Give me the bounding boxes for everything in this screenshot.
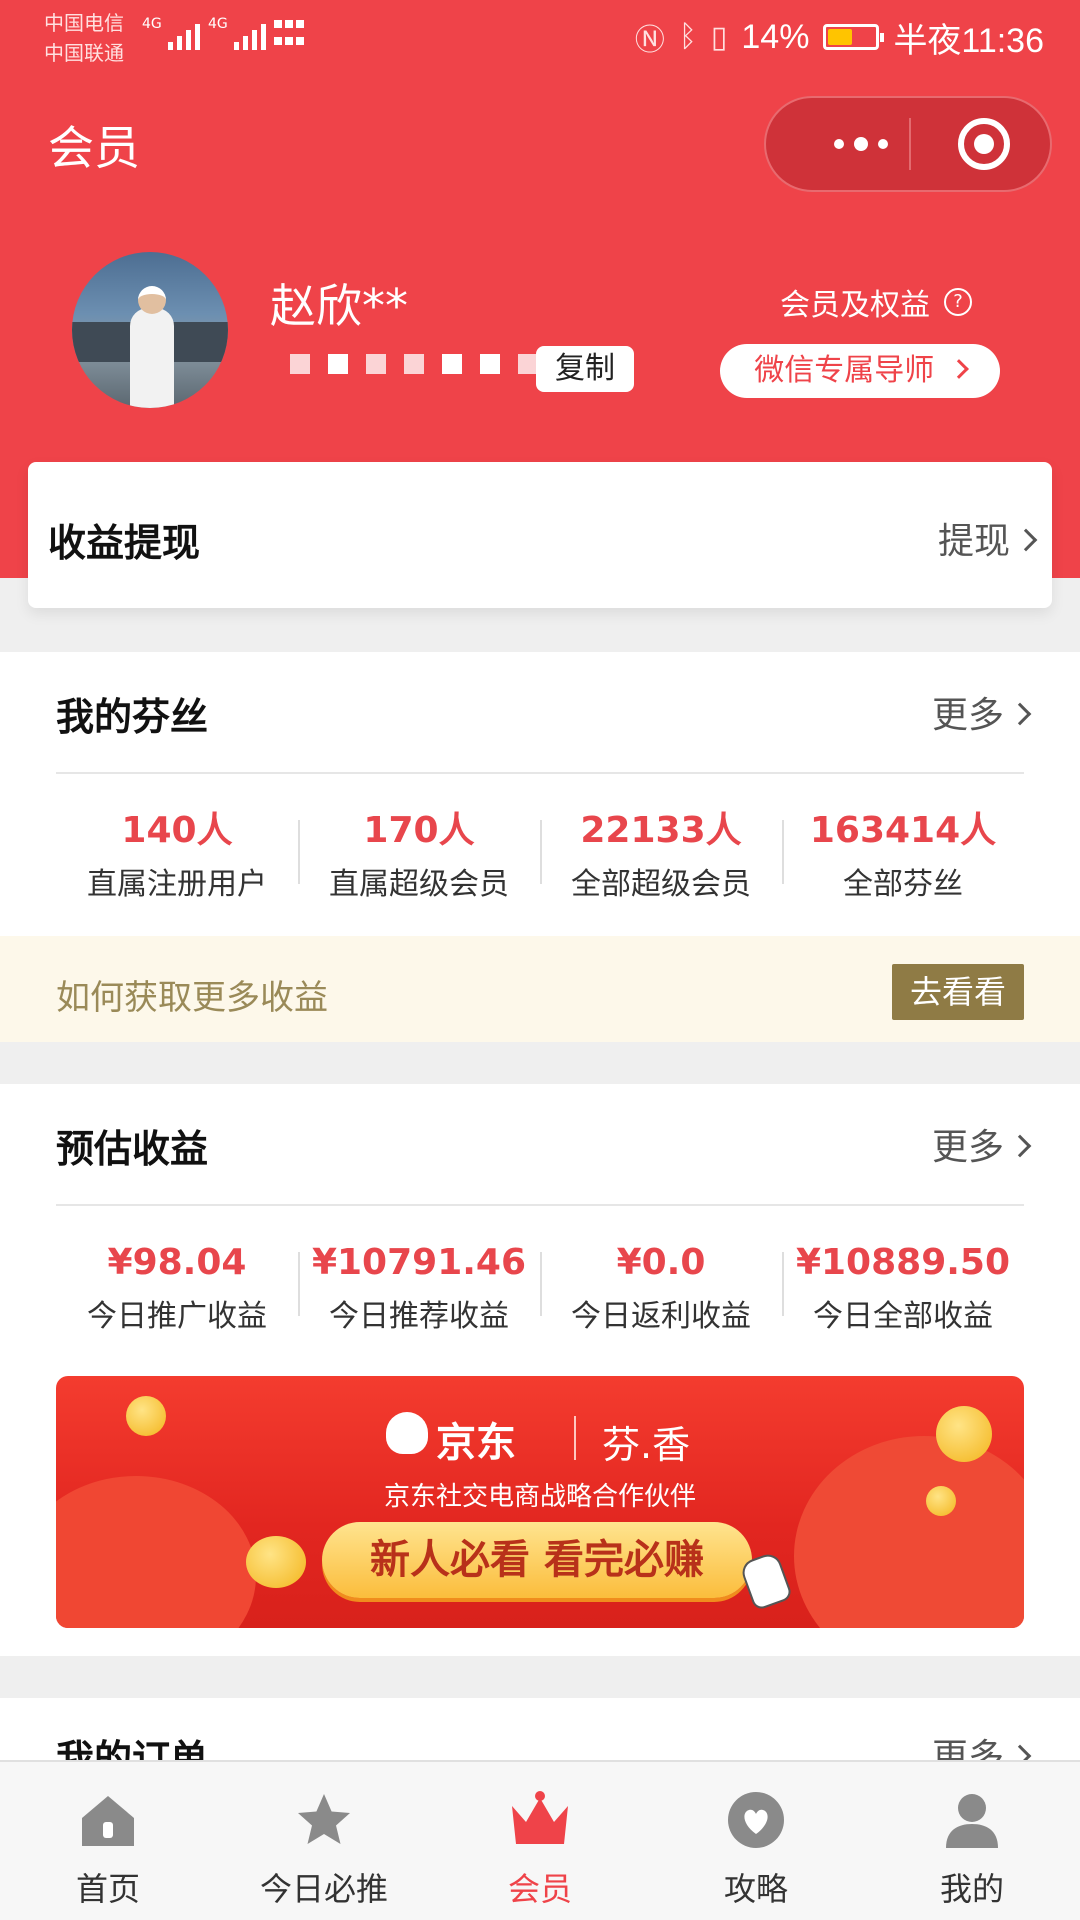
- jd-promo-banner[interactable]: 京东 芬.香 京东社交电商战略合作伙伴 新人必看 看完必赚: [56, 1376, 1024, 1628]
- wechat-mentor-button[interactable]: 微信专属导师: [720, 344, 1000, 398]
- chevron-right-icon: [1008, 1134, 1032, 1158]
- heart-icon: [728, 1792, 784, 1848]
- nfc-icon: Ⓝ: [634, 24, 665, 57]
- divider: [56, 1204, 1024, 1206]
- fans-stat[interactable]: 22133人 全部超级会员: [540, 806, 782, 910]
- go-see-button[interactable]: 去看看: [892, 964, 1024, 1020]
- battery-icon: [823, 24, 885, 50]
- earnings-stat[interactable]: ¥10889.50 今日全部收益: [782, 1238, 1024, 1342]
- member-rights-link[interactable]: 会员及权益 ?: [780, 280, 972, 324]
- battery-percent: 14%: [741, 17, 810, 56]
- clock: 半夜11:36: [893, 21, 1044, 60]
- carrier-1: 中国电信: [44, 11, 124, 35]
- app-grid-icon: [274, 20, 306, 50]
- withdraw-title: 收益提现: [48, 521, 201, 565]
- coin-icon: [126, 1396, 166, 1436]
- orders-title: 我的订单: [56, 1737, 209, 1760]
- orders-more-link[interactable]: 更多: [932, 1728, 1032, 1760]
- help-icon: ?: [944, 288, 972, 316]
- miniprogram-capsule: [764, 96, 1052, 192]
- jd-logo-icon: [386, 1412, 428, 1454]
- carrier-2: 中国联通: [44, 41, 124, 65]
- carrier-info: 中国电信 中国联通: [44, 8, 124, 68]
- user-id-masked: [290, 354, 538, 374]
- more-options-icon[interactable]: [806, 98, 916, 190]
- chevron-right-icon: [1014, 528, 1038, 552]
- chevron-right-icon: [948, 358, 969, 379]
- signal-1-icon: 4G: [142, 16, 200, 50]
- fans-stat[interactable]: 163414人 全部芬丝: [782, 806, 1024, 910]
- banner-brand: 京东: [436, 1420, 516, 1466]
- status-bar: 中国电信 中国联通 4G 4G Ⓝ ᛒ ▯ 14% 半夜11:36: [0, 0, 1080, 76]
- banner-cta: 新人必看 看完必赚: [322, 1522, 752, 1598]
- fans-more-link[interactable]: 更多: [932, 686, 1032, 738]
- coin-icon: [936, 1406, 992, 1462]
- member-rights-label: 会员及权益: [780, 288, 930, 323]
- bluetooth-icon: ᛒ: [678, 20, 697, 53]
- vibrate-icon: ▯: [710, 20, 728, 54]
- coin-icon: [246, 1536, 306, 1588]
- star-icon: [298, 1794, 350, 1844]
- earnings-stats: ¥98.04 今日推广收益 ¥10791.46 今日推荐收益 ¥0.0 今日返利…: [56, 1238, 1024, 1342]
- divider: [56, 772, 1024, 774]
- earnings-tip-bar: 如何获取更多收益 去看看: [0, 936, 1080, 1042]
- earnings-more-link[interactable]: 更多: [932, 1118, 1032, 1170]
- tab-member[interactable]: 会员: [432, 1762, 648, 1920]
- earnings-stat[interactable]: ¥0.0 今日返利收益: [540, 1238, 782, 1342]
- close-miniprogram-icon[interactable]: [958, 118, 1010, 170]
- mentor-label: 微信专属导师: [754, 353, 935, 388]
- chevron-right-icon: [1008, 1744, 1032, 1760]
- crown-icon: [512, 1791, 568, 1844]
- earnings-stat[interactable]: ¥98.04 今日推广收益: [56, 1238, 298, 1342]
- tip-text: 如何获取更多收益: [56, 978, 328, 1018]
- avatar[interactable]: [72, 252, 228, 408]
- banner-subtitle: 京东社交电商战略合作伙伴: [383, 1482, 696, 1512]
- fans-stats: 140人 直属注册用户 170人 直属超级会员 22133人 全部超级会员 16…: [56, 806, 1024, 910]
- withdraw-link[interactable]: 提现: [938, 512, 1038, 564]
- fans-stat[interactable]: 140人 直属注册用户: [56, 806, 298, 910]
- tab-home[interactable]: 首页: [0, 1762, 216, 1920]
- copy-button[interactable]: 复制: [536, 346, 634, 392]
- signal-2-icon: 4G: [208, 16, 266, 50]
- page-title: 会员: [48, 121, 140, 175]
- tab-guide[interactable]: 攻略: [648, 1762, 864, 1920]
- home-icon: [82, 1796, 134, 1846]
- person-icon: [946, 1794, 998, 1848]
- capsule-divider: [909, 118, 911, 170]
- bottom-tab-bar: 首页 今日必推 会员 攻略 我的: [0, 1760, 1080, 1920]
- fans-stat[interactable]: 170人 直属超级会员: [298, 806, 540, 910]
- tab-mine[interactable]: 我的: [864, 1762, 1080, 1920]
- withdraw-card: 收益提现 提现: [28, 462, 1052, 608]
- status-right: Ⓝ ᛒ ▯ 14% 半夜11:36: [635, 14, 1044, 60]
- earnings-stat[interactable]: ¥10791.46 今日推荐收益: [298, 1238, 540, 1342]
- orders-section: 我的订单 更多: [0, 1698, 1080, 1760]
- earnings-title: 预估收益: [56, 1127, 209, 1171]
- user-name: 赵欣**: [270, 279, 408, 333]
- banner-partner: 芬.香: [602, 1423, 691, 1467]
- fans-title: 我的芬丝: [56, 695, 209, 739]
- chevron-right-icon: [1008, 702, 1032, 726]
- tab-daily-picks[interactable]: 今日必推: [216, 1762, 432, 1920]
